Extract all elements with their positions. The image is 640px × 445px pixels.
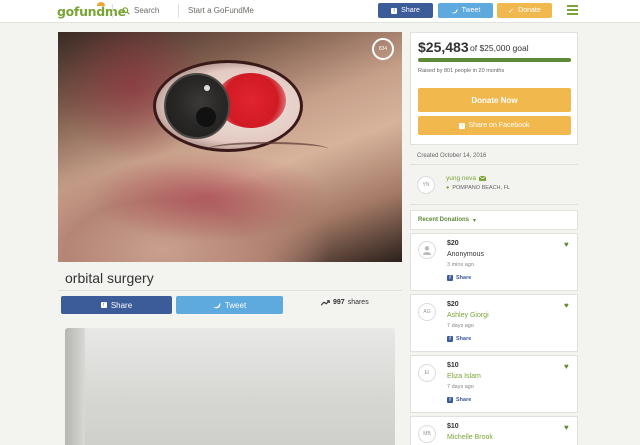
heart-icon: ♥	[564, 240, 569, 249]
donor-avatar: EI	[418, 364, 436, 382]
goal-text: of $25,000 goal	[470, 43, 529, 53]
nav-divider	[112, 4, 113, 18]
facebook-icon: f	[447, 275, 453, 281]
search-label: Search	[134, 6, 160, 15]
dropdown-caret-icon: ▾	[473, 218, 477, 224]
start-gofundme-link[interactable]: Start a GoFundMe	[188, 6, 254, 15]
donor-name[interactable]: Eliza Islam	[447, 373, 481, 380]
donation-share-label: Share	[456, 336, 472, 342]
search-link[interactable]: Search	[122, 6, 159, 15]
recent-donations-label: Recent Donations	[418, 217, 470, 223]
facebook-icon: f	[459, 122, 466, 129]
campaign-title: orbital surgery	[65, 270, 154, 286]
heart-icon: ♥	[564, 301, 569, 310]
facebook-icon: f	[447, 397, 453, 403]
share-button[interactable]: f Share	[61, 296, 172, 314]
campaign-document-photo[interactable]	[65, 328, 395, 445]
donate-now-button[interactable]: Donate Now	[418, 88, 571, 112]
donation-time: 7 days ago	[447, 323, 474, 329]
donation-amount: $20	[447, 240, 459, 247]
photo-lashes	[208, 142, 328, 156]
bruise-area	[88, 152, 328, 242]
donation-item: $20 Anonymous 3 mins ago f Share ♥	[410, 233, 578, 291]
share-on-facebook-label: Share on Facebook	[468, 122, 530, 129]
donation-share-label: Share	[456, 397, 472, 403]
heart-count: 834	[378, 46, 388, 52]
twitter-icon	[450, 8, 458, 13]
organizer-card: YN yung neva ● POMPANO BEACH, FL	[410, 164, 578, 205]
organizer-location: ● POMPANO BEACH, FL	[446, 185, 510, 191]
heart-icon: ♥	[564, 362, 569, 371]
donation-item: EI $10 Eliza Islam 7 days ago f Share ♥	[410, 355, 578, 413]
nav-divider	[178, 4, 179, 18]
search-icon	[122, 6, 130, 15]
header-tweet-button[interactable]: Tweet	[438, 3, 493, 18]
donor-name: Anonymous	[447, 251, 484, 258]
header-tweet-label: Tweet	[461, 7, 481, 14]
share-count: 997 shares	[321, 299, 369, 306]
donation-share-link[interactable]: f Share	[447, 397, 471, 403]
envelope-icon[interactable]	[479, 176, 486, 181]
donation-amount: $20	[447, 301, 459, 308]
donor-avatar: MB	[418, 425, 436, 443]
heart-icon: ♥	[564, 423, 569, 432]
header-donate-button[interactable]: ✓ Donate	[497, 3, 552, 18]
header-donate-label: Donate	[518, 7, 541, 14]
recent-donations-header[interactable]: Recent Donations ▾	[410, 210, 578, 230]
organizer-avatar: YN	[417, 176, 435, 194]
organizer-name-link[interactable]: yung neva	[446, 175, 486, 182]
anonymous-user-icon	[418, 241, 436, 259]
title-divider	[58, 290, 402, 291]
tweet-button[interactable]: Tweet	[176, 296, 283, 314]
photo-eye	[153, 60, 303, 152]
progress-bar	[418, 58, 571, 62]
campaign-photo[interactable]	[58, 32, 402, 262]
donation-time: 3 mins ago	[447, 262, 474, 268]
donor-name[interactable]: Michelle Brook	[447, 434, 493, 441]
donation-item: MB $10 Michelle Brook ♥	[410, 416, 578, 445]
donor-avatar: AG	[418, 303, 436, 321]
donor-name[interactable]: Ashley Giorgi	[447, 312, 489, 319]
tweet-button-label: Tweet	[224, 300, 247, 310]
donation-share-link[interactable]: f Share	[447, 336, 471, 342]
top-nav: gofundme Search Start a GoFundMe f Share…	[0, 0, 640, 23]
twitter-icon	[212, 302, 221, 308]
donation-share-label: Share	[456, 275, 472, 281]
raised-by-text: Raised by 801 people in 20 months	[418, 68, 505, 74]
donation-item: AG $20 Ashley Giorgi 7 days ago f Share ♥	[410, 294, 578, 352]
donation-amount: $10	[447, 423, 459, 430]
checkmark-icon: ✓	[508, 7, 515, 15]
facebook-icon: f	[447, 336, 453, 342]
progress-fill	[418, 58, 571, 62]
amount-raised: $25,483	[418, 39, 469, 55]
logo-sun-icon	[95, 0, 107, 6]
organizer-location-text: POMPANO BEACH, FL	[452, 185, 510, 191]
header-share-button[interactable]: f Share	[378, 3, 433, 18]
created-date: Created October 14, 2016	[417, 153, 487, 159]
share-button-label: Share	[110, 300, 133, 310]
share-on-facebook-button[interactable]: f Share on Facebook	[418, 116, 571, 135]
donation-amount: $10	[447, 362, 459, 369]
shares-number: 997	[333, 299, 345, 306]
hamburger-menu-icon[interactable]	[567, 5, 578, 16]
donation-share-link[interactable]: f Share	[447, 275, 471, 281]
facebook-icon: f	[100, 302, 107, 308]
location-pin-icon: ●	[446, 185, 450, 191]
heart-count-icon[interactable]: 834	[372, 38, 394, 60]
logo-text-gofund: gofund	[57, 4, 105, 19]
shares-label: shares	[347, 299, 369, 306]
gofundme-logo[interactable]: gofundme	[57, 2, 126, 19]
donation-summary-card: $25,483 of $25,000 goal Raised by 801 pe…	[410, 32, 578, 145]
organizer-name: yung neva	[446, 175, 476, 182]
donation-time: 7 days ago	[447, 384, 474, 390]
trending-icon	[321, 299, 330, 306]
header-share-label: Share	[401, 7, 420, 14]
facebook-icon: f	[391, 7, 398, 14]
